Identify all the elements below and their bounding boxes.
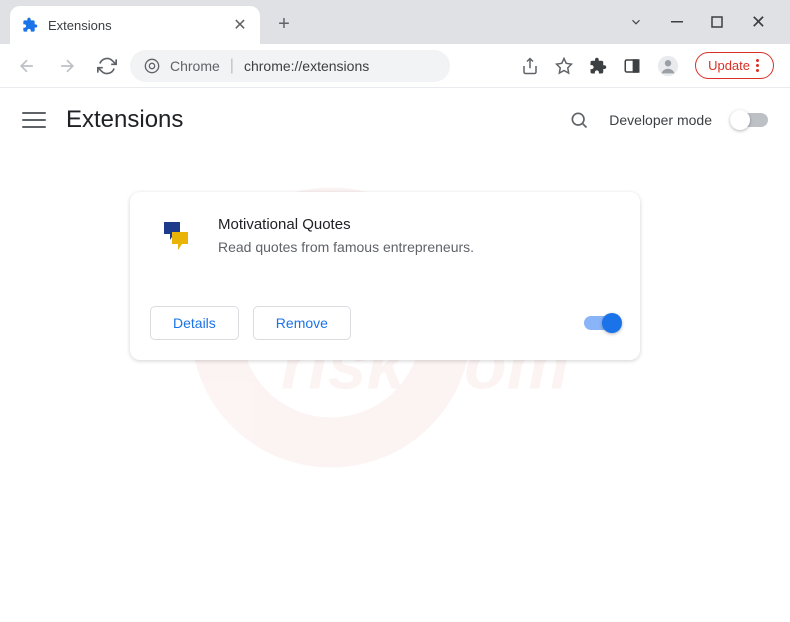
omnibox-url: chrome://extensions bbox=[244, 58, 369, 74]
close-tab-button[interactable]: ✕ bbox=[232, 17, 248, 33]
profile-icon[interactable] bbox=[657, 55, 679, 77]
reload-button[interactable] bbox=[90, 49, 124, 83]
omnibox-scheme: Chrome bbox=[170, 58, 220, 74]
update-label: Update bbox=[708, 58, 750, 73]
new-tab-button[interactable]: + bbox=[270, 10, 298, 38]
window-controls: ✕ bbox=[629, 0, 790, 44]
toggle-knob bbox=[602, 313, 622, 333]
titlebar: Extensions ✕ + ✕ bbox=[0, 0, 790, 44]
developer-mode-toggle[interactable] bbox=[732, 113, 768, 127]
extension-enable-toggle[interactable] bbox=[584, 316, 620, 330]
extensions-list: Motivational Quotes Read quotes from fam… bbox=[0, 152, 790, 360]
developer-mode-label: Developer mode bbox=[609, 112, 712, 128]
update-button[interactable]: Update bbox=[695, 52, 774, 79]
extension-card: Motivational Quotes Read quotes from fam… bbox=[130, 192, 640, 360]
page-title: Extensions bbox=[66, 106, 183, 134]
details-button[interactable]: Details bbox=[150, 306, 239, 340]
tab-title: Extensions bbox=[48, 18, 232, 33]
forward-button[interactable] bbox=[50, 49, 84, 83]
search-icon[interactable] bbox=[569, 110, 589, 130]
maximize-button[interactable] bbox=[711, 16, 723, 28]
close-window-button[interactable]: ✕ bbox=[751, 12, 766, 33]
menu-dots-icon bbox=[756, 59, 759, 72]
extension-puzzle-icon bbox=[22, 17, 38, 33]
extension-app-icon bbox=[156, 216, 196, 256]
chevron-down-icon[interactable] bbox=[629, 15, 643, 29]
minimize-button[interactable] bbox=[671, 16, 683, 28]
extensions-page-header: Extensions Developer mode bbox=[0, 88, 790, 152]
extension-name: Motivational Quotes bbox=[218, 216, 474, 233]
remove-button[interactable]: Remove bbox=[253, 306, 351, 340]
chrome-logo-icon bbox=[144, 58, 160, 74]
extensions-icon[interactable] bbox=[589, 57, 607, 75]
toggle-knob bbox=[730, 110, 750, 130]
menu-button[interactable] bbox=[22, 108, 46, 132]
extension-description: Read quotes from famous entrepreneurs. bbox=[218, 239, 474, 255]
back-button[interactable] bbox=[10, 49, 44, 83]
browser-tab[interactable]: Extensions ✕ bbox=[10, 6, 260, 44]
address-bar: Chrome | chrome://extensions Update bbox=[0, 44, 790, 88]
side-panel-icon[interactable] bbox=[623, 57, 641, 75]
omnibox[interactable]: Chrome | chrome://extensions bbox=[130, 50, 450, 82]
omnibox-divider: | bbox=[230, 57, 234, 75]
bookmark-star-icon[interactable] bbox=[555, 57, 573, 75]
share-icon[interactable] bbox=[521, 57, 539, 75]
